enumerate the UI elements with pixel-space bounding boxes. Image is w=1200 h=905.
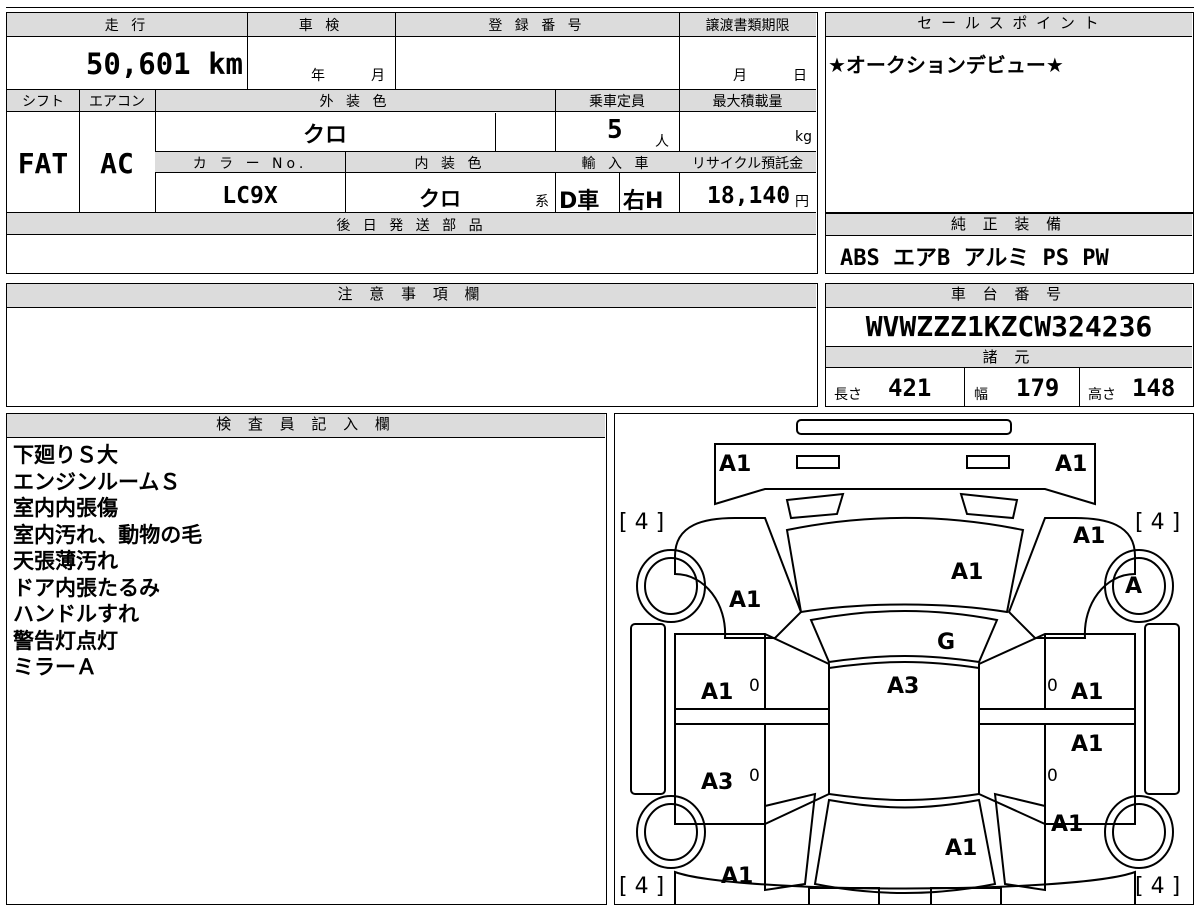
- inspection-month: 月: [371, 68, 385, 84]
- mark-front-left-fender: A1: [729, 588, 762, 613]
- mark-front-right-fender: A1: [1073, 524, 1106, 549]
- remark-line: 室内内張傷: [13, 496, 118, 520]
- chassis-label: 車 台 番 号: [826, 284, 1192, 308]
- mark-tire-fl: [ 4 ]: [619, 510, 665, 535]
- mark-windshield: G: [937, 630, 956, 655]
- exterior-value: クロ: [302, 123, 347, 148]
- genuine-equipment-label: 純 正 装 備: [826, 214, 1192, 236]
- remark-line: 下廻りＳ大: [13, 443, 118, 467]
- inspector-label: 検 査 員 記 入 欄: [7, 414, 605, 438]
- chassis-value: WVWZZZ1KZCW324236: [865, 310, 1153, 343]
- recycle-unit: 円: [795, 194, 809, 210]
- mileage-value: 50,601 km: [85, 47, 243, 81]
- mark-trunk: A1: [945, 836, 978, 861]
- transfer-day: 日: [793, 68, 807, 84]
- color-no-label: カ ラ ー No.: [192, 156, 308, 172]
- capacity-value: 5: [607, 115, 623, 145]
- remark-line: ドア内張たるみ: [13, 575, 160, 600]
- mark-front-right-wheel: A: [1125, 574, 1143, 599]
- interior-value: クロ: [419, 187, 461, 211]
- notes-box: 注 意 事 項 欄: [6, 283, 818, 407]
- interior-suffix: 系: [535, 194, 549, 210]
- height-label: 高さ: [1088, 387, 1116, 403]
- car-outline: [630, 419, 1180, 904]
- load-unit: kg: [795, 129, 812, 145]
- sales-point-text: ★オークションデビュー★: [828, 53, 1064, 77]
- color-no-value: LC9X: [222, 183, 278, 209]
- mark-front-left-door: A1: [701, 680, 734, 705]
- remark-line: 天張薄汚れ: [13, 549, 118, 573]
- specs-label: 諸 元: [826, 346, 1192, 368]
- interior-label: 内 装 色: [414, 156, 486, 172]
- remark-line: エンジンルームＳ: [13, 469, 181, 494]
- mark-hood: A1: [951, 560, 984, 585]
- mark-rear-right-door: A1: [1071, 732, 1104, 757]
- remark-line: ミラーＡ: [13, 655, 97, 679]
- mark-tire-rl: [ 4 ]: [619, 874, 665, 899]
- inspector-remarks: 下廻りＳ大 エンジンルームＳ 室内内張傷 室内汚れ、動物の毛 天張薄汚れ ドア内…: [13, 442, 202, 681]
- remark-line: ハンドルすれ: [13, 602, 139, 626]
- mark-front-left-door-zero: 0: [749, 676, 760, 696]
- transfer-label: 譲渡書類期限: [705, 18, 790, 34]
- mark-rear-right-door-zero: 0: [1047, 766, 1058, 786]
- mark-tire-rr: [ 4 ]: [1135, 874, 1181, 899]
- shift-label: シフト: [22, 94, 64, 110]
- import-dealer: D車: [559, 189, 600, 214]
- recycle-label: リサイクル預託金: [691, 156, 804, 172]
- mark-front-right-door-zero: 0: [1047, 676, 1058, 696]
- height-value: 148: [1132, 374, 1176, 402]
- sales-point-label: セ ー ル ス ポ イ ン ト: [826, 13, 1192, 37]
- later-parts-label: 後 日 発 送 部 品: [336, 218, 487, 234]
- vehicle-info-table: 走 行 車 検 登 録 番 号 譲渡書類期限 50,601 km 年 月 月 日…: [6, 12, 818, 274]
- mileage-label: 走 行: [104, 18, 150, 34]
- transfer-month: 月: [733, 68, 747, 84]
- top-cropped-row: [6, 0, 1194, 8]
- capacity-unit: 人: [655, 134, 669, 150]
- sales-point-box: セ ー ル ス ポ イ ン ト ★オークションデビュー★: [825, 12, 1194, 213]
- genuine-equipment-box: 純 正 装 備 ABS エアB アルミ PS PW: [825, 213, 1194, 274]
- width-value: 179: [1016, 374, 1060, 402]
- mark-rear-right-quarter: A1: [1051, 812, 1084, 837]
- mark-rear-left-door-zero: 0: [749, 766, 760, 786]
- capacity-label: 乗車定員: [589, 94, 645, 110]
- damage-diagram-box: A1 A1 [ 4 ] [ 4 ] [ 4 ] [ 4 ] A1 A A1 A1…: [614, 413, 1194, 905]
- inspector-box: 検 査 員 記 入 欄 下廻りＳ大 エンジンルームＳ 室内内張傷 室内汚れ、動物…: [6, 413, 607, 905]
- notes-label: 注 意 事 項 欄: [7, 284, 816, 308]
- chassis-box: 車 台 番 号 WVWZZZ1KZCW324236 諸 元 長さ 421 幅 1…: [825, 283, 1194, 407]
- inspection-year: 年: [311, 68, 325, 84]
- import-handle: 右H: [623, 189, 664, 214]
- length-label: 長さ: [834, 387, 862, 403]
- length-value: 421: [888, 374, 932, 402]
- load-label: 最大積載量: [712, 94, 783, 110]
- mark-rear-left-quarter: A1: [721, 864, 754, 889]
- mark-tire-fr: [ 4 ]: [1135, 510, 1181, 535]
- width-label: 幅: [974, 387, 988, 403]
- mark-roof: A3: [887, 674, 920, 699]
- remark-line: 室内汚れ、動物の毛: [13, 522, 203, 547]
- recycle-value: 18,140: [707, 183, 791, 209]
- mark-front-left-corner: A1: [719, 452, 752, 477]
- aircon-value: AC: [100, 147, 134, 180]
- mark-rear-left-door: A3: [701, 770, 734, 795]
- mark-front-right-door: A1: [1071, 680, 1104, 705]
- inspection-label: 車 検: [298, 18, 344, 34]
- exterior-label: 外 装 色: [319, 94, 391, 110]
- aircon-label: エアコン: [89, 94, 145, 110]
- registration-label: 登 録 番 号: [488, 18, 586, 34]
- import-label: 輸 入 車: [581, 156, 653, 172]
- remark-line: 警告灯点灯: [13, 628, 118, 653]
- shift-value: FAT: [17, 147, 69, 180]
- mark-front-right-corner: A1: [1055, 452, 1088, 477]
- genuine-equipment-text: ABS エアB アルミ PS PW: [840, 246, 1109, 271]
